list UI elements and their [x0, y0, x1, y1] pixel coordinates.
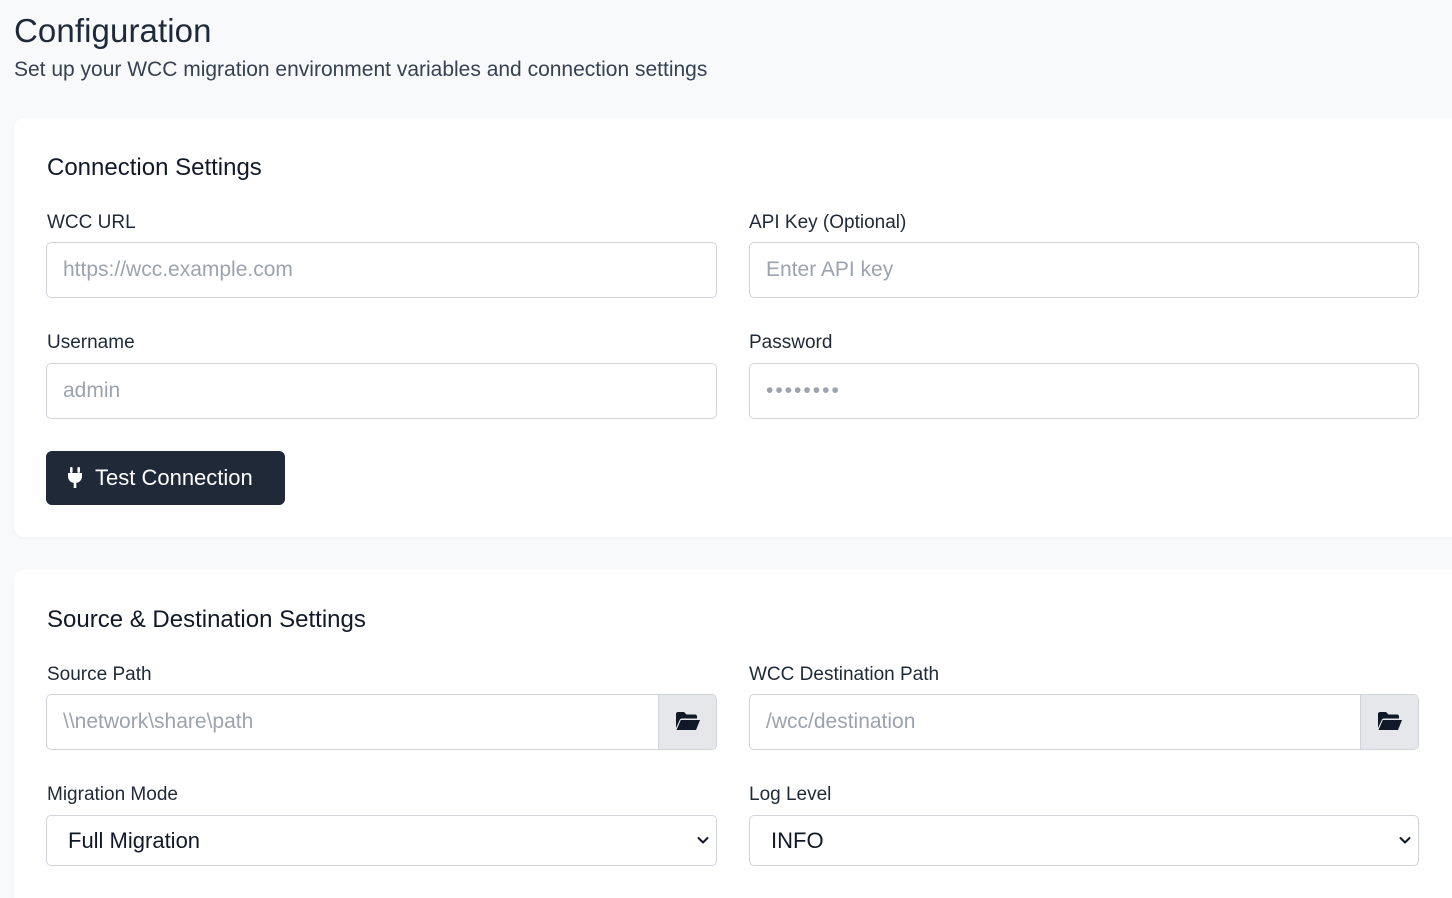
plug-icon — [66, 467, 84, 489]
migration-mode-label: Migration Mode — [47, 784, 178, 805]
password-label: Password — [749, 332, 833, 353]
dest-browse-button[interactable] — [1360, 695, 1418, 749]
log-level-label: Log Level — [749, 784, 832, 805]
source-destination-title: Source & Destination Settings — [47, 606, 366, 633]
username-label: Username — [47, 332, 135, 353]
username-input[interactable] — [46, 363, 717, 419]
api-key-label: API Key (Optional) — [749, 212, 907, 233]
test-connection-button[interactable]: Test Connection — [46, 451, 285, 505]
dest-path-group — [749, 694, 1419, 750]
log-level-value: INFO — [771, 828, 824, 853]
wcc-url-input[interactable] — [46, 242, 717, 298]
source-path-input[interactable] — [47, 695, 658, 749]
dest-path-input[interactable] — [750, 695, 1360, 749]
migration-mode-select[interactable]: Full Migration — [46, 815, 717, 866]
password-input[interactable] — [749, 363, 1419, 419]
api-key-input[interactable] — [749, 242, 1419, 298]
test-connection-label: Test Connection — [95, 465, 253, 490]
log-level-select[interactable]: INFO — [749, 815, 1419, 866]
connection-settings-title: Connection Settings — [47, 154, 262, 181]
source-path-group — [46, 694, 717, 750]
folder-open-icon — [1377, 711, 1403, 734]
wcc-url-label: WCC URL — [47, 212, 136, 233]
configuration-page: Configuration Set up your WCC migration … — [0, 0, 1452, 898]
source-path-label: Source Path — [47, 664, 152, 685]
source-destination-card: Source & Destination Settings Source Pat… — [14, 570, 1452, 898]
migration-mode-value: Full Migration — [68, 828, 201, 853]
page-subtitle: Set up your WCC migration environment va… — [14, 58, 708, 81]
dest-path-label: WCC Destination Path — [749, 664, 940, 685]
page-title: Configuration — [14, 12, 212, 49]
chevron-down-icon — [696, 833, 710, 847]
source-browse-button[interactable] — [658, 695, 716, 749]
chevron-down-icon — [1398, 833, 1412, 847]
folder-open-icon — [675, 711, 701, 734]
connection-settings-card: Connection Settings WCC URL API Key (Opt… — [14, 118, 1452, 537]
